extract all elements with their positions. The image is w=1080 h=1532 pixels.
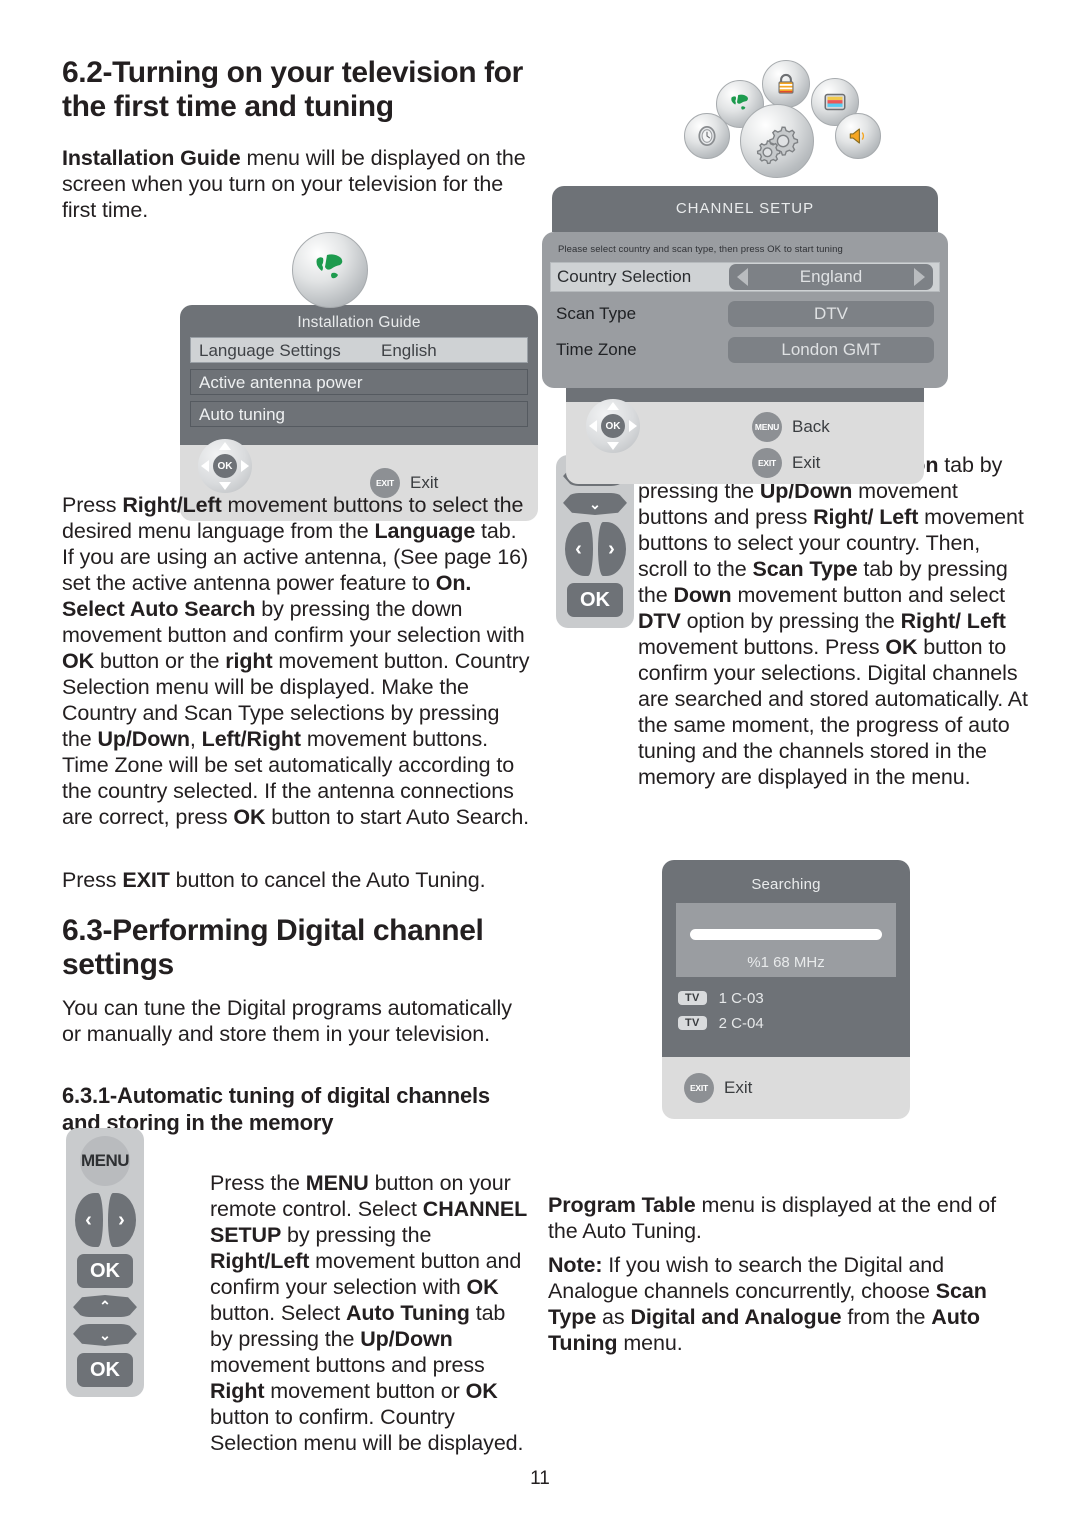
- channel-setup-hint: Please select country and scan type, the…: [558, 244, 843, 255]
- section-heading-6-3: 6.3-Performing Digital channel settings: [62, 914, 484, 981]
- menu-row-label: Auto tuning: [199, 405, 286, 424]
- exit-instruction-paragraph: Press EXIT button to cancel the Auto Tun…: [62, 868, 486, 892]
- globe-icon: [292, 232, 368, 308]
- channel-setup-menu: CHANNEL SETUP Please select country and …: [542, 186, 948, 484]
- intro-paragraph: Installation Guide menu will be displaye…: [62, 146, 526, 222]
- setup-row-value: London GMT: [728, 337, 934, 363]
- progress-container: %1 68 MHz: [676, 903, 896, 977]
- menu-row-label: Language Settings: [199, 341, 341, 360]
- left-right-buttons: ‹ ›: [564, 522, 626, 576]
- tv-badge-icon: TV: [678, 1016, 707, 1030]
- gears-icon: [740, 104, 814, 178]
- footer-exit-label: Exit: [724, 1078, 753, 1097]
- footer-exit-entry[interactable]: EXIT Exit: [752, 448, 820, 478]
- channel-setup-footer: OK Select MENU Back EXIT Exit: [566, 399, 924, 484]
- ok-button-icon[interactable]: OK: [567, 583, 623, 617]
- program-table-paragraph: Program Table menu is displayed at the e…: [548, 1193, 997, 1243]
- tv-badge-icon: TV: [678, 991, 707, 1005]
- setup-row-label: Country Selection: [557, 267, 692, 286]
- channel-setup-body: Please select country and scan type, the…: [542, 232, 948, 388]
- left-right-buttons: ‹ ›: [74, 1193, 136, 1247]
- setup-row-country-selection[interactable]: Country Selection England: [550, 262, 940, 292]
- menu-key-icon: MENU: [752, 412, 782, 442]
- setup-row-scan-type[interactable]: Scan Type DTV: [556, 300, 934, 328]
- menu-row-auto-tuning[interactable]: Auto tuning: [190, 401, 528, 427]
- footer-exit-entry[interactable]: EXIT Exit: [684, 1073, 752, 1103]
- digital-settings-paragraph: You can tune the Digital programs automa…: [62, 996, 512, 1046]
- navigation-pad-icon: OK: [198, 439, 252, 493]
- ok-key-icon: OK: [601, 414, 625, 438]
- exit-key-icon: EXIT: [684, 1073, 714, 1103]
- searching-dialog-footer: EXIT Exit: [662, 1057, 910, 1119]
- installation-menu-body: Installation Guide Language Settings Eng…: [180, 305, 538, 445]
- channel-setup-title: CHANNEL SETUP: [675, 200, 815, 217]
- main-instruction-paragraph: Press Right/Left movement buttons to sel…: [62, 493, 530, 829]
- found-channel-list: TV 1 C-03 TV 2 C-04: [678, 987, 910, 1034]
- right-button-icon[interactable]: ›: [597, 522, 626, 576]
- installation-guide-menu: Installation Guide Language Settings Eng…: [180, 305, 538, 521]
- setup-row-time-zone[interactable]: Time Zone London GMT: [556, 336, 934, 364]
- page-number: 11: [530, 1468, 550, 1489]
- exit-key-icon: EXIT: [752, 448, 782, 478]
- menu-row-active-antenna-power[interactable]: Active antenna power: [190, 369, 528, 395]
- footer-select-entry[interactable]: OK Select: [586, 399, 640, 453]
- menu-button-icon[interactable]: MENU: [80, 1136, 130, 1186]
- setup-row-label: Time Zone: [556, 340, 637, 359]
- left-button-icon[interactable]: ‹: [564, 522, 593, 576]
- scroll-instruction-paragraph-indent: Scroll to the Country Selection tab by p…: [638, 453, 1028, 789]
- footer-back-label: Back: [792, 417, 830, 436]
- menu-row-label: Active antenna power: [199, 373, 363, 392]
- progress-bar: [690, 929, 882, 940]
- searching-title: Searching: [751, 876, 821, 893]
- up-button-icon[interactable]: ⌃: [73, 1295, 137, 1317]
- setup-row-label: Scan Type: [556, 304, 637, 323]
- list-item: TV 1 C-03: [678, 987, 910, 1009]
- chevron-left-icon[interactable]: [737, 268, 748, 286]
- channel-name: 2 C-04: [718, 1014, 764, 1032]
- remote-control-graphic-left: MENU ‹ › OK ⌃ ⌄ OK: [66, 1128, 144, 1397]
- setup-row-value: DTV: [728, 301, 934, 327]
- auto-tuning-instruction-paragraph: Press the MENU button on your remote con…: [210, 1171, 527, 1455]
- settings-icon-cluster: [680, 58, 900, 188]
- menu-row-language-settings[interactable]: Language Settings English: [190, 337, 528, 363]
- list-item: TV 2 C-04: [678, 1012, 910, 1034]
- footer-select-entry[interactable]: OK Select: [198, 439, 252, 493]
- searching-dialog-body: Searching %1 68 MHz TV 1 C-03 TV 2 C-04: [662, 860, 910, 1057]
- down-button-icon[interactable]: ⌄: [563, 493, 627, 515]
- clock-icon: [684, 113, 730, 159]
- channel-setup-header: CHANNEL SETUP: [552, 186, 938, 232]
- navigation-pad-icon: OK: [586, 399, 640, 453]
- searching-dialog: Searching %1 68 MHz TV 1 C-03 TV 2 C-04 …: [662, 860, 910, 1119]
- footer-exit-label: Exit: [410, 473, 439, 492]
- speaker-icon: [835, 113, 881, 159]
- section-heading-6-2: 6.2-Turning on your television for the f…: [62, 56, 523, 123]
- left-button-icon[interactable]: ‹: [74, 1193, 103, 1247]
- installation-menu-title: Installation Guide: [297, 314, 421, 331]
- chevron-right-icon[interactable]: [914, 268, 925, 286]
- ok-key-icon: OK: [213, 454, 237, 478]
- manual-page: 6.2-Turning on your television for the f…: [0, 0, 1080, 1532]
- ok-button-icon-bottom[interactable]: OK: [77, 1353, 133, 1387]
- footer-back-entry[interactable]: MENU Back: [752, 412, 830, 442]
- note-paragraph: Note: If you wish to search the Digital …: [548, 1253, 987, 1355]
- lock-icon: [762, 60, 810, 108]
- progress-label: %1 68 MHz: [747, 954, 825, 971]
- menu-row-value: English: [381, 341, 437, 360]
- setup-row-value: England: [729, 264, 933, 290]
- footer-exit-label: Exit: [792, 453, 821, 472]
- ok-button-icon-top[interactable]: OK: [77, 1254, 133, 1288]
- right-button-icon[interactable]: ›: [107, 1193, 136, 1247]
- channel-name: 1 C-03: [718, 989, 764, 1007]
- down-button-icon[interactable]: ⌄: [73, 1324, 137, 1346]
